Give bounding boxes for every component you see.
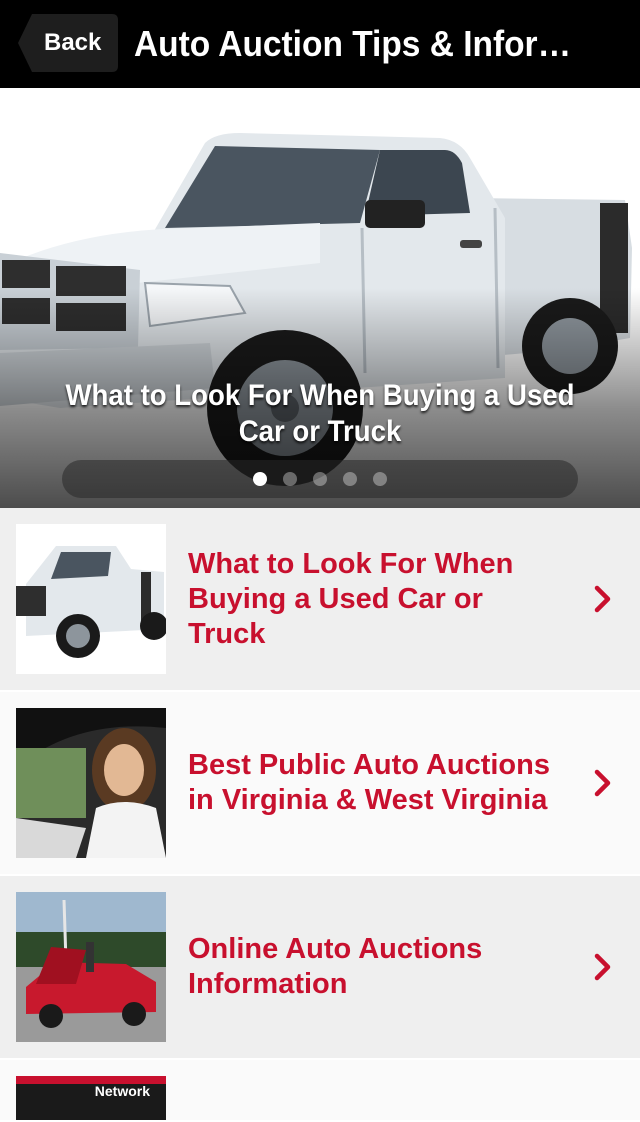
page-title: Auto Auction Tips & Information: [134, 23, 590, 64]
back-button[interactable]: Back: [18, 14, 118, 72]
list-item[interactable]: Online Auto Auctions Information: [0, 876, 640, 1060]
list-item[interactable]: Network: [0, 1060, 640, 1122]
article-title: What to Look For When Buying a Used Car …: [188, 547, 514, 650]
page-dot-2[interactable]: [283, 472, 297, 486]
woman-driving-car-thumb: [16, 708, 166, 858]
article-thumbnail: [16, 708, 166, 858]
article-thumbnail: [16, 892, 166, 1042]
chevron-right-icon: [594, 585, 611, 613]
article-list: What to Look For When Buying a Used Car …: [0, 508, 640, 1122]
red-classic-car-thumb: [16, 892, 166, 1042]
list-item[interactable]: Best Public Auto Auctions in Virginia & …: [0, 692, 640, 876]
carousel-page-indicator[interactable]: [62, 460, 578, 498]
page-dot-5[interactable]: [373, 472, 387, 486]
featured-carousel[interactable]: What to Look For When Buying a Used Car …: [0, 88, 640, 508]
chevron-right-icon: [594, 769, 611, 797]
carousel-caption: What to Look For When Buying a Used Car …: [65, 379, 575, 448]
article-thumbnail: Network: [16, 1076, 166, 1120]
white-pickup-truck-thumb: [16, 524, 166, 674]
article-title: Online Auto Auctions Information: [188, 933, 483, 1000]
article-title: Best Public Auto Auctions in Virginia & …: [188, 749, 550, 816]
chevron-right-icon: [594, 953, 611, 981]
article-thumbnail: [16, 524, 166, 674]
back-button-label: Back: [44, 29, 102, 56]
page-dot-1[interactable]: [253, 472, 267, 486]
page-dot-3[interactable]: [313, 472, 327, 486]
navigation-bar: Back Auto Auction Tips & Information: [0, 0, 640, 88]
page-dot-4[interactable]: [343, 472, 357, 486]
list-item[interactable]: What to Look For When Buying a Used Car …: [0, 508, 640, 692]
